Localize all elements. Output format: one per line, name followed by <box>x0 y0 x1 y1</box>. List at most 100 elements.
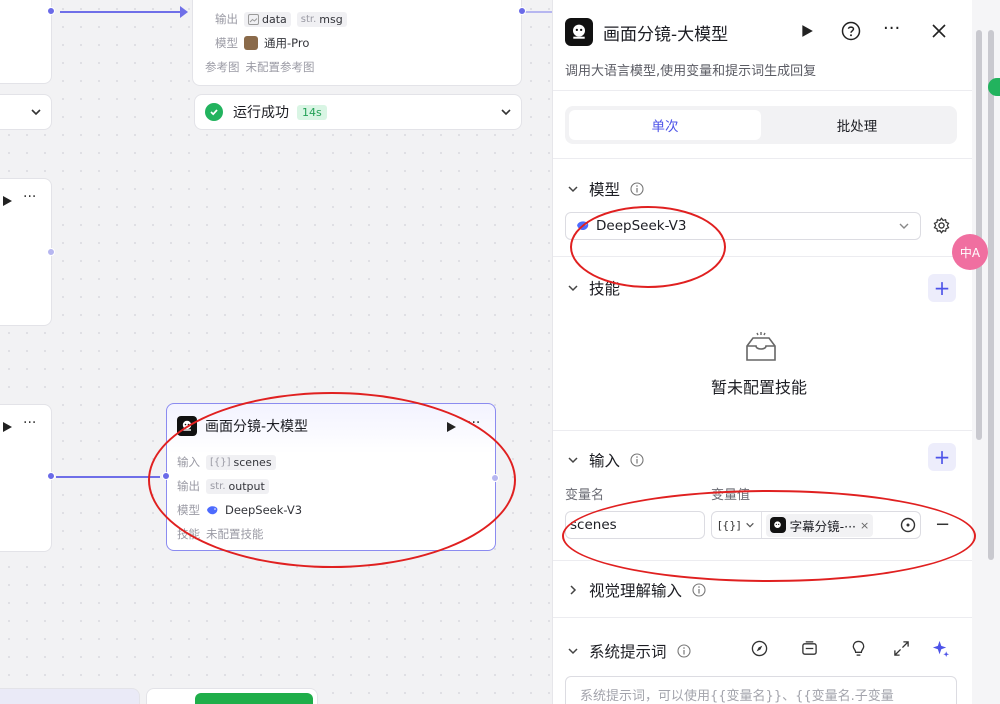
run-node-icon[interactable] <box>800 24 814 38</box>
add-skill-button[interactable]: + <box>928 274 956 302</box>
panel-scrollbar[interactable] <box>972 0 1000 704</box>
model-avatar-icon <box>244 36 258 50</box>
top-node-ref-row: 参考图 未配置参考图 <box>205 59 315 75</box>
chevron-down-icon <box>899 223 909 229</box>
ai-sparkle-icon[interactable] <box>931 639 950 658</box>
more-icon[interactable]: ··· <box>23 415 36 431</box>
var-name-input[interactable]: scenes <box>565 511 705 539</box>
model-select-value: DeepSeek-V3 <box>596 218 687 234</box>
info-icon[interactable] <box>630 453 644 467</box>
var-name-value: scenes <box>570 517 617 533</box>
var-type-select[interactable]: [{}] <box>712 512 762 538</box>
skill-section-header[interactable]: 技能 <box>567 277 620 299</box>
model-settings-icon[interactable] <box>933 217 950 234</box>
target-icon[interactable] <box>900 517 916 533</box>
col-var-value: 变量值 <box>711 488 751 503</box>
info-icon[interactable] <box>630 182 644 196</box>
play-icon[interactable] <box>1 421 13 433</box>
chevron-down-icon[interactable] <box>567 183 579 195</box>
more-icon[interactable]: ··· <box>467 415 480 431</box>
output-label: 输出 <box>177 479 200 493</box>
run-time-badge: 14s <box>297 104 327 120</box>
image-icon <box>248 13 259 25</box>
info-icon[interactable] <box>676 644 691 658</box>
selected-node-out-port[interactable] <box>491 474 499 482</box>
input-section-header[interactable]: 输入 <box>567 449 644 471</box>
success-check-icon <box>205 103 223 121</box>
top-node-output-row: 输出 data str. msg <box>215 11 347 27</box>
top-node-out-port[interactable] <box>518 7 526 15</box>
translate-label: 中A <box>959 245 981 260</box>
left-node-3-port[interactable] <box>47 472 55 480</box>
left-node-1[interactable] <box>0 0 52 84</box>
var-ref-tag[interactable]: 字幕分镜-··· × <box>765 513 874 537</box>
node-model-row: 模型 DeepSeek-V3 <box>177 502 302 518</box>
library-icon[interactable] <box>801 640 818 657</box>
empty-box-icon <box>743 332 779 368</box>
tab-batch[interactable]: 批处理 <box>761 110 953 140</box>
scrollbar-thumb-lower[interactable] <box>988 30 994 560</box>
left-node-1-port[interactable] <box>47 7 55 15</box>
skill-label: 技能 <box>177 527 200 541</box>
deepseek-whale-icon <box>207 505 218 514</box>
run-status-bar[interactable]: 运行成功 14s <box>194 94 522 130</box>
system-prompt-textarea[interactable]: 系统提示词，可以使用{{变量名}}、{{变量名.子变量 <box>565 676 957 704</box>
close-icon[interactable] <box>931 23 947 39</box>
test-run-button[interactable] <box>195 693 313 704</box>
deepseek-whale-icon <box>577 221 589 231</box>
node-title: 画面分镜-大模型 <box>205 419 309 435</box>
clear-ref-icon[interactable]: × <box>860 519 869 532</box>
left-node-collapsed[interactable] <box>0 94 52 130</box>
system-prompt-title: 系统提示词 <box>589 643 667 661</box>
llm-logo-icon <box>177 416 197 436</box>
translate-float-button[interactable]: 中A <box>952 234 988 270</box>
workflow-canvas[interactable]: ··· ··· 输出 data str. msg 模型 通用-Pro 参考图 未配… <box>0 0 552 704</box>
chevron-down-icon[interactable] <box>567 282 579 294</box>
compass-icon[interactable] <box>751 640 768 657</box>
chevron-down-icon[interactable] <box>567 454 579 466</box>
run-status-text: 运行成功 <box>233 105 289 121</box>
edge-top <box>60 11 186 13</box>
selected-node-in-port[interactable] <box>162 472 170 480</box>
expand-icon[interactable] <box>893 640 910 657</box>
chevron-down-icon[interactable] <box>29 105 43 119</box>
input-label: 输入 <box>177 455 200 469</box>
left-node-3[interactable]: ··· <box>0 404 52 552</box>
chevron-down-icon[interactable] <box>567 645 579 657</box>
system-prompt-placeholder: 系统提示词，可以使用{{变量名}}、{{变量名.子变量 <box>580 689 894 704</box>
info-icon[interactable] <box>692 583 706 597</box>
model-section-header[interactable]: 模型 <box>567 178 644 200</box>
node-config-panel: 画面分镜-大模型 ··· 调用大语言模型,使用变量和提示词生成回复 单次 批处理… <box>552 0 972 704</box>
input-tag: [{}] scenes <box>206 454 276 470</box>
chevron-down-icon[interactable] <box>499 105 513 119</box>
remove-input-icon[interactable]: − <box>935 514 950 535</box>
help-icon[interactable] <box>841 21 861 41</box>
bottom-toolbar-right[interactable] <box>146 688 318 704</box>
var-value-input[interactable]: [{}] 字幕分镜-··· × <box>711 511 921 539</box>
chevron-right-icon[interactable] <box>567 584 579 596</box>
skill-empty-text: 暂未配置技能 <box>710 378 807 397</box>
play-icon[interactable] <box>445 421 457 433</box>
top-node[interactable]: 输出 data str. msg 模型 通用-Pro 参考图 未配置参考图 <box>192 0 522 86</box>
output-tag: str. output <box>206 478 269 494</box>
bulb-icon[interactable] <box>850 640 867 657</box>
bottom-toolbar-left[interactable] <box>0 688 140 704</box>
chevron-down-icon <box>745 522 754 528</box>
play-icon[interactable] <box>1 195 13 207</box>
node-output-row: 输出 str. output <box>177 478 269 494</box>
more-icon[interactable]: ··· <box>883 18 900 39</box>
left-node-2[interactable]: ··· <box>0 178 52 326</box>
vision-section-header[interactable]: 视觉理解输入 <box>567 579 706 601</box>
add-input-button[interactable]: + <box>928 443 956 471</box>
selected-node[interactable]: 画面分镜-大模型 ··· 输入 [{}] scenes 输出 str. output… <box>166 403 496 551</box>
node-input-row: 输入 [{}] scenes <box>177 454 276 470</box>
tab-single[interactable]: 单次 <box>569 110 761 140</box>
left-node-2-port[interactable] <box>47 248 55 256</box>
top-node-model-row: 模型 通用-Pro <box>215 35 309 51</box>
mode-tabs: 单次 批处理 <box>565 106 957 144</box>
more-icon[interactable]: ··· <box>23 189 36 205</box>
output-label: 输出 <box>215 12 238 26</box>
system-prompt-header[interactable]: 系统提示词 <box>567 640 691 662</box>
model-select[interactable]: DeepSeek-V3 <box>565 212 921 240</box>
panel-description: 调用大语言模型,使用变量和提示词生成回复 <box>565 64 817 79</box>
